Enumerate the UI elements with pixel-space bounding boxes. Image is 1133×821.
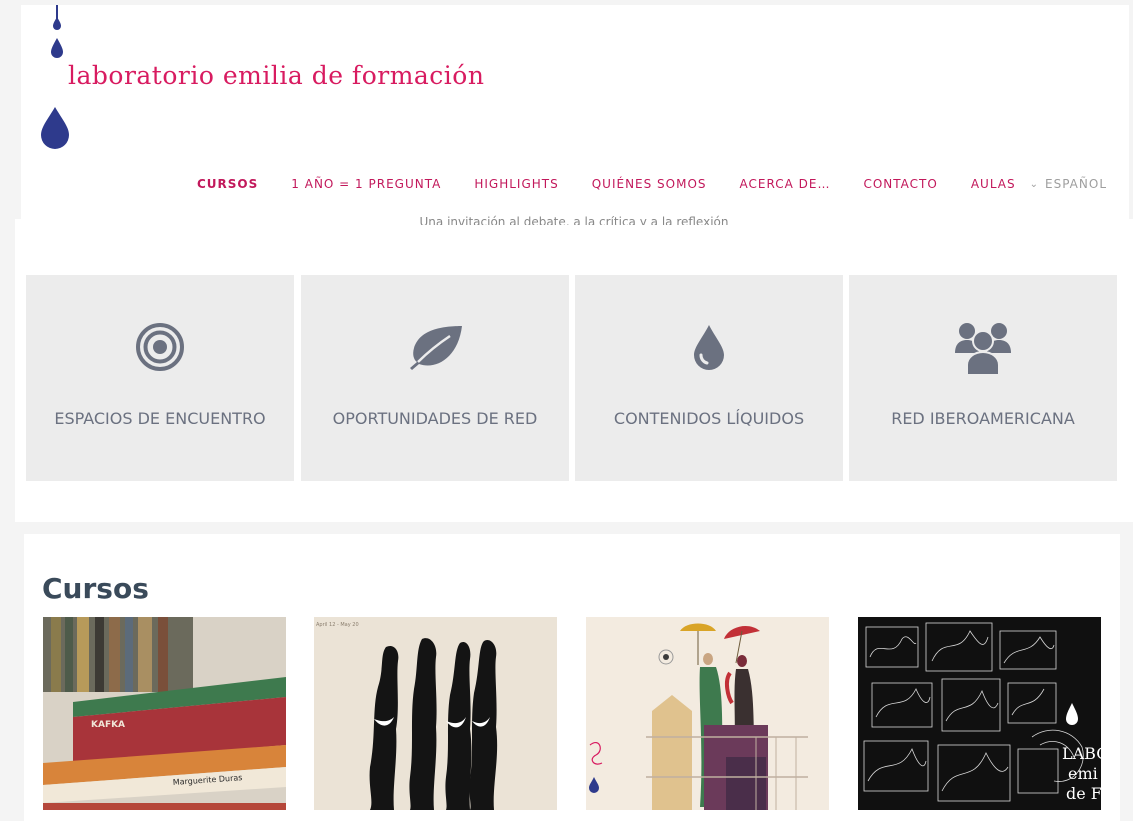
feature-contenidos-liquidos[interactable]: CONTENIDOS LÍQUIDOS: [575, 275, 843, 481]
section-title: Cursos: [42, 572, 149, 605]
nav-item-quienes-somos[interactable]: QUIÉNES SOMOS: [592, 177, 707, 191]
feature-oportunidades-de-red[interactable]: OPORTUNIDADES DE RED: [301, 275, 569, 481]
course-card-4[interactable]: LABO emi de F: [858, 617, 1101, 810]
feature-label: RED IBEROAMERICANA: [891, 409, 1075, 428]
sketches-dark-image: LABO emi de F: [858, 617, 1101, 810]
logo-overlay-line: emi: [1068, 764, 1098, 783]
target-icon: [136, 323, 184, 371]
feature-red-iberoamericana[interactable]: RED IBEROAMERICANA: [849, 275, 1117, 481]
nav-item-1-ano-1-pregunta[interactable]: 1 AÑO = 1 PREGUNTA: [291, 177, 441, 191]
courses-section: Cursos KAFKA Marguerite Duras April 12 -…: [24, 534, 1120, 821]
umbrella-women-illustration: [586, 617, 829, 810]
ink-figures-image: April 12 - May 20: [314, 617, 557, 810]
nav-item-highlights[interactable]: HIGHLIGHTS: [474, 177, 558, 191]
feature-label: OPORTUNIDADES DE RED: [332, 409, 538, 428]
nav-item-contacto[interactable]: CONTACTO: [863, 177, 937, 191]
logo-overlay-line: LABO: [1062, 744, 1101, 763]
course-card-2[interactable]: April 12 - May 20: [314, 617, 557, 810]
feature-espacios-de-encuentro[interactable]: ESPACIOS DE ENCUENTRO: [26, 275, 294, 481]
feature-label: CONTENIDOS LÍQUIDOS: [613, 409, 805, 428]
feature-label: ESPACIOS DE ENCUENTRO: [54, 409, 266, 428]
users-icon: [955, 323, 1011, 375]
tagline: Una invitación al debate, a la crítica y…: [419, 215, 729, 225]
nav-item-cursos[interactable]: CURSOS: [197, 177, 258, 191]
nav-item-aulas[interactable]: AULAS: [971, 177, 1016, 191]
nav-item-acerca-de[interactable]: ACERCA DE…: [740, 177, 831, 191]
main-nav: CURSOS 1 AÑO = 1 PREGUNTA HIGHLIGHTS QUI…: [164, 177, 1107, 191]
book-title: KAFKA: [91, 720, 125, 730]
course-card-3[interactable]: [586, 617, 829, 810]
brand-name: laboratorio emilia de formación: [68, 61, 485, 90]
drop-icon: [694, 325, 724, 370]
language-label: ESPAÑOL: [1045, 177, 1107, 191]
drop-icon: [41, 107, 69, 149]
site-logo[interactable]: laboratorio emilia de formación: [40, 5, 510, 155]
drop-icon: [51, 5, 63, 58]
course-card-1[interactable]: KAFKA Marguerite Duras: [43, 617, 286, 810]
leaf-icon: [410, 326, 462, 370]
image-caption: April 12 - May 20: [316, 622, 359, 628]
site-header: laboratorio emilia de formación CURSOS 1…: [21, 5, 1129, 219]
books-stack-image: KAFKA Marguerite Duras: [43, 617, 286, 810]
language-selector[interactable]: ⌄ ESPAÑOL: [1030, 177, 1107, 191]
chevron-down-icon: ⌄: [1029, 178, 1040, 190]
logo-overlay-line: de F: [1066, 784, 1101, 803]
